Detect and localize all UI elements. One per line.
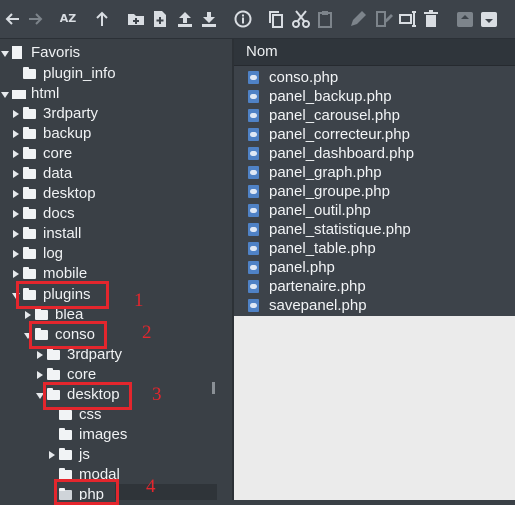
caret-right-icon[interactable] [13,210,19,218]
delete-icon[interactable] [421,9,441,29]
php-file-icon [248,280,259,293]
folder-icon [23,107,36,119]
php-file-icon [248,185,259,198]
rename-icon[interactable] [398,9,418,29]
caret-right-icon[interactable] [37,371,43,379]
php-file-icon [248,299,259,312]
caret-right-icon[interactable] [49,451,55,459]
folder-icon [23,267,36,279]
folder-icon [47,368,60,380]
caret-right-icon[interactable] [25,311,31,319]
tree-item-core[interactable]: core [0,144,232,164]
file-list: Nom conso.php panel_backup.php panel_car… [234,39,515,316]
tree-item-docs[interactable]: docs [0,204,232,224]
new-file-icon[interactable] [150,9,170,29]
paste-icon[interactable] [315,9,335,29]
scroll-grip[interactable] [212,382,215,394]
caret-down-icon[interactable] [1,51,9,57]
folder-icon [23,247,36,259]
tree-item-data[interactable]: data [0,164,232,184]
annotation-box-2 [29,321,107,349]
code-edit-icon[interactable] [373,9,393,29]
php-file-icon [248,90,259,103]
folder-icon [23,147,36,159]
folder-icon [35,308,48,320]
php-file-icon [248,223,259,236]
tree-item-install[interactable]: install [0,224,232,244]
caret-right-icon[interactable] [37,351,43,359]
folder-icon [23,167,36,179]
upload-icon[interactable] [175,9,195,29]
file-list-empty-area[interactable] [234,316,515,500]
php-file-icon [248,147,259,160]
annotation-box-1 [16,281,109,309]
download-icon[interactable] [199,9,219,29]
new-folder-icon[interactable] [126,9,146,29]
php-file-icon [248,109,259,122]
folder-icon [23,187,36,199]
archive-icon[interactable] [455,9,475,29]
annotation-number-3: 3 [152,384,162,405]
folder-icon [23,207,36,219]
copy-icon[interactable] [266,9,286,29]
caret-right-icon[interactable] [13,190,19,198]
folder-icon [59,408,72,420]
folder-tree: Favoris plugin_info html 3rdparty backup… [0,39,232,500]
column-header-name[interactable]: Nom [234,39,515,66]
caret-right-icon[interactable] [13,230,19,238]
tree-item-html[interactable]: html [0,84,232,104]
folder-icon [59,448,72,460]
arrow-right-icon[interactable] [25,9,45,29]
tree-item-plugin-info[interactable]: plugin_info [0,64,232,84]
tree-item-desktop[interactable]: desktop [0,184,232,204]
folder-icon [23,227,36,239]
caret-right-icon[interactable] [13,130,19,138]
php-file-icon [248,71,259,84]
tree-item-backup[interactable]: backup [0,124,232,144]
php-file-icon [248,242,259,255]
tree-item-js[interactable]: js [0,445,232,465]
php-file-icon [248,128,259,141]
tree-item-favoris[interactable]: Favoris [0,43,232,63]
php-file-icon [248,261,259,274]
folder-icon [59,428,72,440]
annotation-number-2: 2 [142,322,152,343]
edit-icon[interactable] [348,9,368,29]
tree-item-images[interactable]: images [0,425,232,445]
arrow-left-icon[interactable] [3,9,23,29]
arrow-up-icon[interactable] [92,9,112,29]
horizontal-scrollbar[interactable] [115,484,217,500]
annotation-box-3 [43,382,132,410]
info-icon[interactable] [233,9,253,29]
annotation-number-1: 1 [134,290,144,311]
drive-icon [12,90,26,99]
sort-az-icon[interactable]: AZ [58,9,78,29]
caret-right-icon[interactable] [13,170,19,178]
folder-icon [23,127,36,139]
cut-icon[interactable] [291,9,311,29]
caret-right-icon[interactable] [13,110,19,118]
caret-right-icon[interactable] [13,270,19,278]
folder-icon [47,348,60,360]
bookmark-icon [12,46,22,59]
php-file-icon [248,166,259,179]
caret-right-icon[interactable] [13,150,19,158]
php-file-icon [248,204,259,217]
tree-item-3rdparty[interactable]: 3rdparty [0,104,232,124]
toolbar: AZ [0,0,515,39]
extract-icon[interactable] [479,9,499,29]
annotation-box-4 [54,479,119,505]
tree-item-log[interactable]: log [0,244,232,264]
caret-right-icon[interactable] [13,250,19,258]
annotation-number-4: 4 [146,476,156,497]
folder-icon [23,67,36,79]
caret-down-icon[interactable] [1,92,9,98]
